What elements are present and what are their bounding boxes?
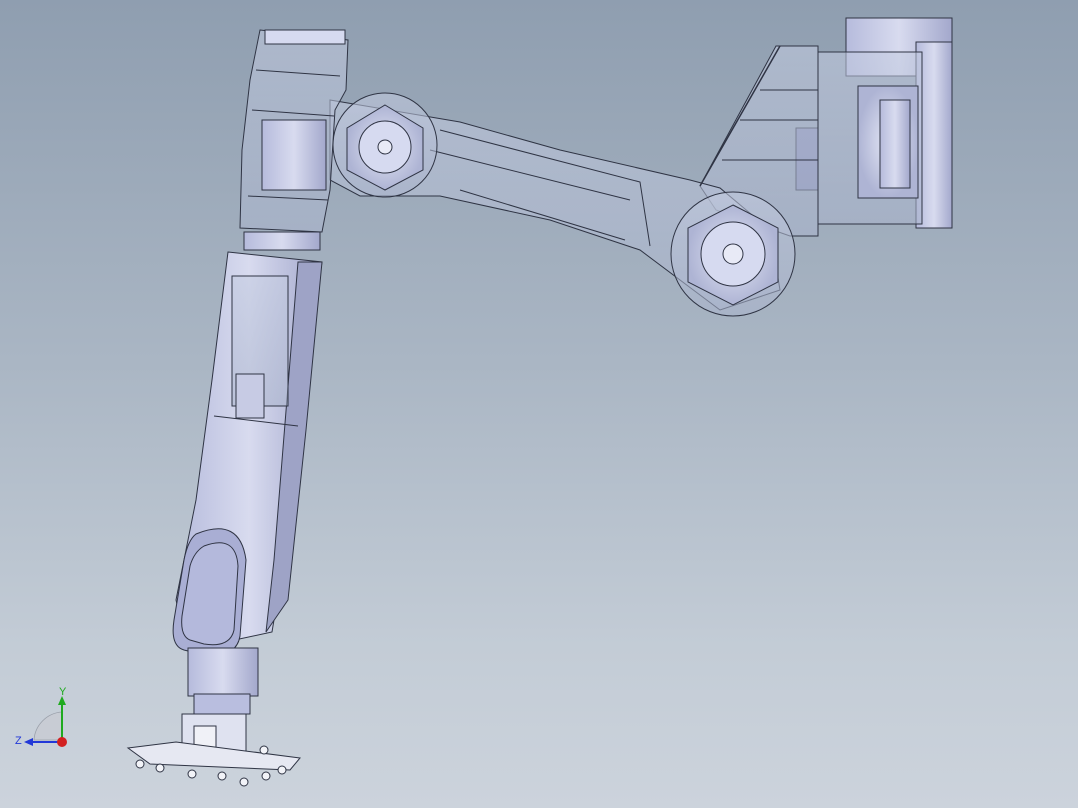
triad-z-label: Z: [15, 735, 22, 747]
shoulder-joint[interactable]: [670, 191, 796, 317]
robot-arm-model[interactable]: [0, 0, 1078, 808]
wrist-flange[interactable]: [187, 647, 259, 697]
wrist-cover[interactable]: [172, 528, 247, 656]
triad-z-arrow: [24, 738, 33, 746]
graphics-viewport[interactable]: Y Z: [0, 0, 1078, 808]
coordinate-triad: Y Z: [15, 686, 67, 747]
triad-x-axis: [57, 737, 67, 747]
triad-rotation-arc: [33, 711, 63, 741]
elbow-joint[interactable]: [332, 92, 438, 198]
triad-y-label: Y: [59, 686, 67, 698]
wrist-motor-housing[interactable]: [239, 29, 349, 251]
base-hub-inner[interactable]: [879, 99, 911, 189]
end-effector[interactable]: [126, 647, 301, 787]
